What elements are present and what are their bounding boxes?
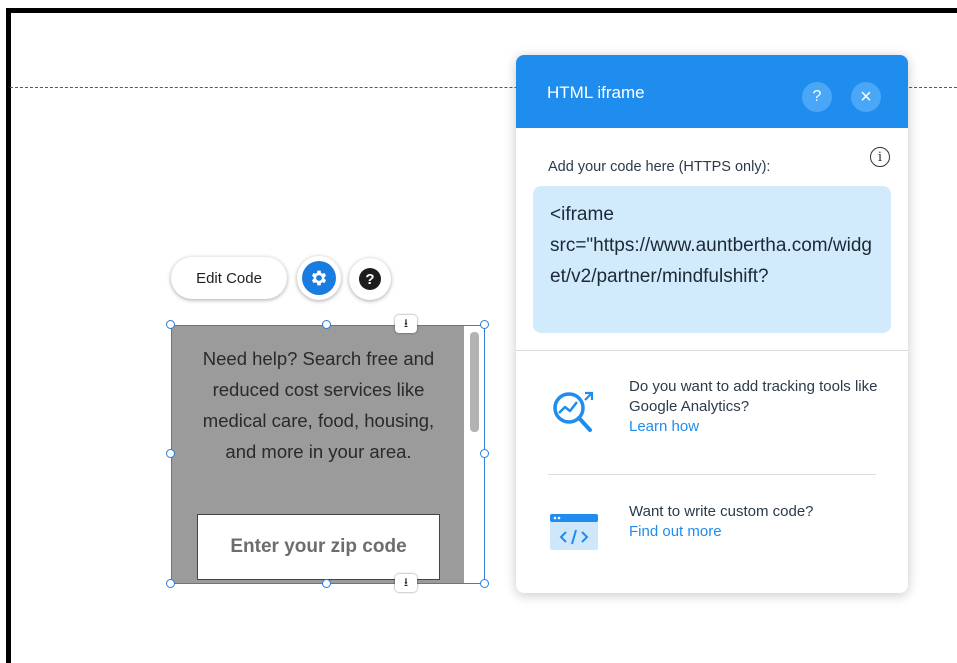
panel-help-button[interactable]: ? bbox=[802, 82, 832, 112]
edit-code-button[interactable]: Edit Code bbox=[171, 257, 287, 299]
scrollbar-thumb[interactable] bbox=[470, 332, 479, 432]
resize-handle-bottom[interactable] bbox=[322, 579, 331, 588]
tracking-description: Do you want to add tracking tools like G… bbox=[629, 378, 878, 415]
question-icon: ? bbox=[359, 268, 381, 290]
analytics-magnifier-icon bbox=[553, 391, 594, 432]
widget-description: Need help? Search free and reduced cost … bbox=[202, 348, 435, 462]
panel-close-button[interactable]: × bbox=[851, 82, 881, 112]
code-input[interactable]: <iframe src="https://www.auntbertha.com/… bbox=[533, 186, 891, 333]
resize-handle-bottom-right[interactable] bbox=[480, 579, 489, 588]
anchor-download-icon[interactable]: ⭳ bbox=[395, 315, 417, 333]
resize-handle-top-right[interactable] bbox=[480, 320, 489, 329]
code-field-label: Add your code here (HTTPS only): bbox=[548, 159, 771, 175]
html-iframe-settings-panel: HTML iframe ? × Add your code here (HTTP… bbox=[516, 55, 908, 593]
settings-button[interactable] bbox=[297, 256, 341, 300]
anchor-download-icon[interactable]: ⭳ bbox=[395, 574, 417, 592]
resize-handle-bottom-left[interactable] bbox=[166, 579, 175, 588]
custom-code-text: Want to write custom code? Find out more bbox=[629, 502, 889, 542]
info-icon[interactable]: i bbox=[870, 147, 890, 167]
tracking-text: Do you want to add tracking tools like G… bbox=[629, 377, 889, 437]
help-button[interactable]: ? bbox=[349, 258, 391, 300]
code-window-icon bbox=[550, 514, 598, 550]
resize-handle-top-left[interactable] bbox=[166, 320, 175, 329]
find-out-more-link[interactable]: Find out more bbox=[629, 523, 722, 540]
resize-handle-left[interactable] bbox=[166, 449, 175, 458]
panel-title: HTML iframe bbox=[547, 83, 645, 102]
html-iframe-widget[interactable]: Need help? Search free and reduced cost … bbox=[171, 325, 485, 584]
section-divider bbox=[548, 474, 876, 475]
learn-how-link[interactable]: Learn how bbox=[629, 418, 699, 435]
panel-header: HTML iframe ? × bbox=[516, 55, 908, 128]
resize-handle-top[interactable] bbox=[322, 320, 331, 329]
zip-code-input[interactable]: Enter your zip code bbox=[197, 514, 440, 580]
resize-handle-right[interactable] bbox=[480, 449, 489, 458]
gear-icon bbox=[302, 261, 336, 295]
custom-code-description: Want to write custom code? bbox=[629, 503, 814, 520]
section-divider bbox=[516, 350, 908, 351]
